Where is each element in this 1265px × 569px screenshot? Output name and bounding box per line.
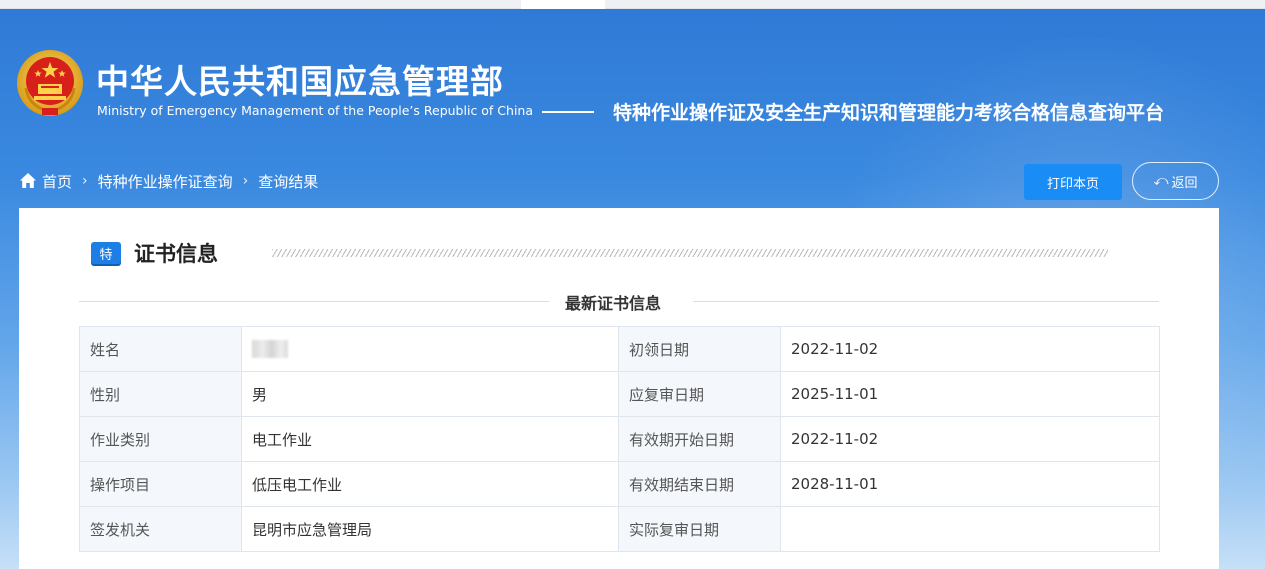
title-divider bbox=[542, 111, 594, 113]
platform-title: 特种作业操作证及安全生产知识和管理能力考核合格信息查询平台 bbox=[613, 102, 1165, 124]
ministry-title-cn: 中华人民共和国应急管理部 bbox=[96, 62, 504, 101]
label-valid-end-date: 有效期结束日期 bbox=[618, 461, 781, 507]
subtitle-line-left bbox=[79, 301, 549, 302]
hatch-divider bbox=[272, 249, 1108, 257]
certificate-card: 特 证书信息 最新证书信息 姓名 初领日期 2022-11-02 性别 男 应复… bbox=[19, 208, 1219, 569]
label-work-category: 作业类别 bbox=[79, 416, 242, 462]
label-operation-item: 操作项目 bbox=[79, 461, 242, 507]
label-review-due-date: 应复审日期 bbox=[618, 371, 781, 417]
section-badge: 特 bbox=[91, 242, 121, 264]
table-row: 姓名 初领日期 2022-11-02 bbox=[79, 326, 1160, 372]
table-row: 操作项目 低压电工作业 有效期结束日期 2028-11-01 bbox=[79, 461, 1160, 507]
back-button[interactable]: ⤺ 返回 bbox=[1132, 162, 1219, 200]
latest-cert-subtitle: 最新证书信息 bbox=[565, 294, 662, 313]
label-valid-start-date: 有效期开始日期 bbox=[618, 416, 781, 462]
home-icon[interactable] bbox=[19, 172, 37, 190]
label-first-issue-date: 初领日期 bbox=[618, 326, 781, 372]
value-valid-start-date: 2022-11-02 bbox=[780, 416, 1160, 462]
table-row: 性别 男 应复审日期 2025-11-01 bbox=[79, 371, 1160, 417]
value-actual-review-date bbox=[780, 506, 1160, 552]
active-tab[interactable] bbox=[521, 0, 605, 9]
table-row: 签发机关 昆明市应急管理局 实际复审日期 bbox=[79, 506, 1160, 552]
certificate-table: 姓名 初领日期 2022-11-02 性别 男 应复审日期 2025-11-01… bbox=[79, 326, 1160, 552]
chevron-right-icon: › bbox=[242, 173, 249, 189]
redacted-name bbox=[252, 340, 288, 359]
breadcrumb-item-query[interactable]: 特种作业操作证查询 bbox=[98, 171, 233, 192]
label-issuing-authority: 签发机关 bbox=[79, 506, 242, 552]
label-name: 姓名 bbox=[79, 326, 242, 372]
breadcrumb-home[interactable]: 首页 bbox=[42, 171, 72, 192]
breadcrumb: 首页 › 特种作业操作证查询 › 查询结果 bbox=[19, 170, 318, 192]
value-review-due-date: 2025-11-01 bbox=[780, 371, 1160, 417]
chevron-right-icon: › bbox=[82, 173, 88, 189]
back-button-label: 返回 bbox=[1171, 175, 1198, 191]
value-first-issue-date: 2022-11-02 bbox=[780, 326, 1160, 372]
national-emblem-icon bbox=[16, 48, 84, 118]
section-title: 证书信息 bbox=[134, 242, 218, 266]
subtitle-line-right bbox=[693, 301, 1159, 302]
breadcrumb-item-result: 查询结果 bbox=[258, 172, 319, 191]
value-operation-item: 低压电工作业 bbox=[241, 461, 619, 507]
label-gender: 性别 bbox=[79, 371, 242, 417]
back-arrow-icon: ⤺ bbox=[1153, 173, 1169, 189]
value-gender: 男 bbox=[241, 371, 619, 417]
label-actual-review-date: 实际复审日期 bbox=[618, 506, 781, 552]
browser-top-strip bbox=[0, 0, 1265, 9]
print-button[interactable]: 打印本页 bbox=[1024, 164, 1122, 200]
section-header: 特 证书信息 bbox=[91, 238, 218, 268]
value-issuing-authority: 昆明市应急管理局 bbox=[241, 506, 619, 552]
table-row: 作业类别 电工作业 有效期开始日期 2022-11-02 bbox=[79, 416, 1160, 462]
value-valid-end-date: 2028-11-01 bbox=[780, 461, 1160, 507]
value-work-category: 电工作业 bbox=[241, 416, 619, 462]
value-name bbox=[241, 326, 619, 372]
ministry-title-en: Ministry of Emergency Management of the … bbox=[97, 103, 534, 118]
